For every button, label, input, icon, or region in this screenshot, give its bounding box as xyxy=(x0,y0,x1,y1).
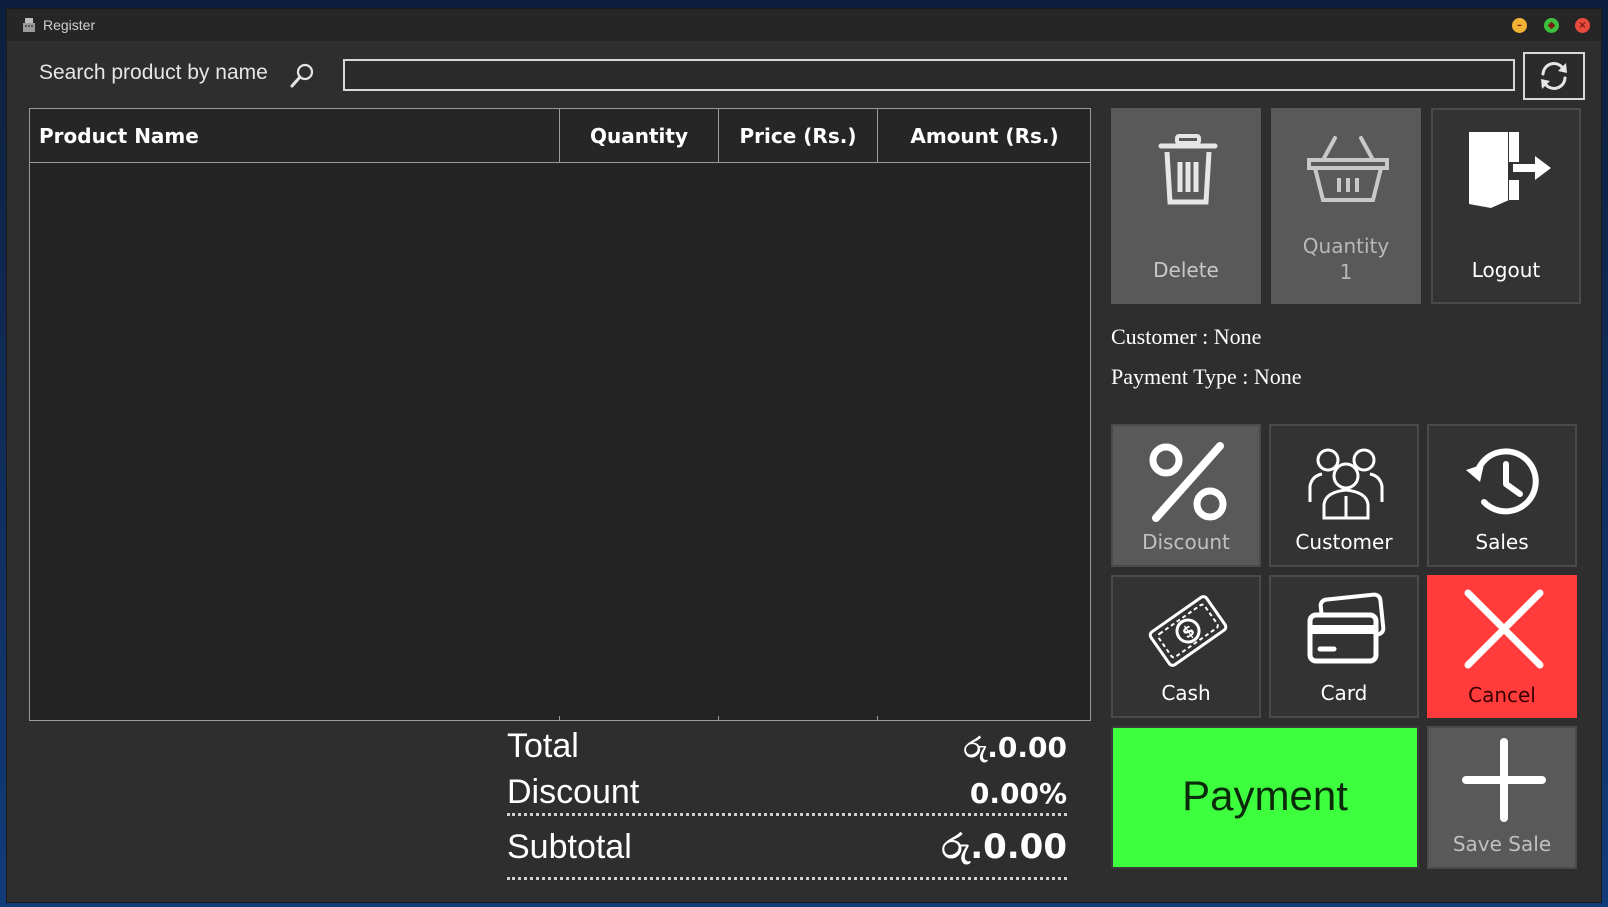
column-header-product-name[interactable]: Product Name xyxy=(30,109,559,163)
save-sale-button[interactable]: Save Sale xyxy=(1427,726,1577,869)
customer-tile-label: Customer xyxy=(1295,530,1393,554)
users-icon xyxy=(1308,448,1384,520)
total-row: Total රු.0.00 xyxy=(507,727,1067,766)
sales-button[interactable]: Sales xyxy=(1427,424,1577,567)
discount-row: Discount 0.00% xyxy=(507,773,1067,812)
card-button[interactable]: Card xyxy=(1269,575,1419,718)
logout-label: Logout xyxy=(1471,258,1541,282)
quantity-button[interactable]: Quantity 1 xyxy=(1271,108,1421,304)
delete-button[interactable]: Delete xyxy=(1111,108,1261,304)
payment-type-label: Payment Type xyxy=(1111,364,1237,389)
divider xyxy=(507,877,1067,880)
x-icon xyxy=(1464,589,1544,669)
minimize-icon: – xyxy=(1517,20,1522,31)
column-divider xyxy=(718,716,719,720)
column-header-amount[interactable]: Amount (Rs.) xyxy=(877,109,1091,163)
maximize-icon: ◆ xyxy=(1547,20,1556,31)
refresh-button[interactable] xyxy=(1523,52,1585,100)
cash-button[interactable]: $ Cash xyxy=(1111,575,1261,718)
close-icon: × xyxy=(1578,20,1587,31)
payment-type-info: Payment Type : None xyxy=(1111,364,1302,389)
customer-info-value: None xyxy=(1213,324,1262,349)
sales-tile-label: Sales xyxy=(1475,530,1529,554)
subtotal-label: Subtotal xyxy=(507,828,632,866)
search-label: Search product by name xyxy=(39,61,268,84)
total-label: Total xyxy=(507,727,579,765)
column-header-price[interactable]: Price (Rs.) xyxy=(718,109,877,163)
history-clock-icon xyxy=(1466,448,1539,515)
table-header: Product Name Quantity Price (Rs.) Amount… xyxy=(30,109,1090,163)
column-header-quantity[interactable]: Quantity xyxy=(559,109,718,163)
window-title: Register xyxy=(43,17,96,33)
cancel-tile-label: Cancel xyxy=(1468,683,1536,707)
discount-button[interactable]: Discount xyxy=(1111,424,1261,567)
customer-info-label: Customer xyxy=(1111,324,1197,349)
delete-label: Delete xyxy=(1153,258,1219,282)
trash-icon xyxy=(1158,134,1218,205)
subtotal-row: Subtotal රු.0.00 xyxy=(507,827,1067,867)
payment-button[interactable]: Payment xyxy=(1111,726,1419,869)
payment-label: Payment xyxy=(1182,772,1348,819)
divider xyxy=(507,813,1067,816)
subtotal-value: රු.0.00 xyxy=(941,827,1067,867)
register-window: Register – ◆ × Search product by name Pr… xyxy=(6,8,1602,903)
register-app-icon xyxy=(23,18,35,32)
card-tile-label: Card xyxy=(1320,681,1368,705)
customer-button[interactable]: Customer xyxy=(1269,424,1419,567)
quantity-label: Quantity xyxy=(1302,234,1390,258)
column-divider xyxy=(559,716,560,720)
percent-icon xyxy=(1149,442,1227,522)
title-bar: Register – ◆ × xyxy=(7,9,1601,41)
credit-card-icon xyxy=(1307,592,1386,664)
exit-door-icon xyxy=(1469,132,1551,208)
search-icon[interactable] xyxy=(287,61,317,91)
banknote-icon: $ xyxy=(1148,595,1228,667)
discount-total-label: Discount xyxy=(507,773,640,811)
cash-tile-label: Cash xyxy=(1161,681,1211,705)
column-divider xyxy=(877,716,878,720)
maximize-button[interactable]: ◆ xyxy=(1544,18,1559,33)
minimize-button[interactable]: – xyxy=(1512,18,1527,33)
quantity-value: 1 xyxy=(1339,260,1353,284)
cancel-button[interactable]: Cancel xyxy=(1427,575,1577,718)
logout-button[interactable]: Logout xyxy=(1431,108,1581,304)
total-value: රු.0.00 xyxy=(963,731,1067,764)
payment-type-value: None xyxy=(1253,364,1302,389)
refresh-icon xyxy=(1541,62,1567,90)
basket-icon xyxy=(1307,136,1389,202)
customer-info: Customer : None xyxy=(1111,324,1262,349)
close-button[interactable]: × xyxy=(1575,18,1590,33)
discount-total-value: 0.00% xyxy=(969,777,1067,810)
discount-tile-label: Discount xyxy=(1142,530,1230,554)
plus-icon xyxy=(1462,738,1546,822)
search-input[interactable] xyxy=(343,59,1515,91)
cart-table[interactable]: Product Name Quantity Price (Rs.) Amount… xyxy=(29,108,1091,721)
save-sale-label: Save Sale xyxy=(1452,832,1552,856)
